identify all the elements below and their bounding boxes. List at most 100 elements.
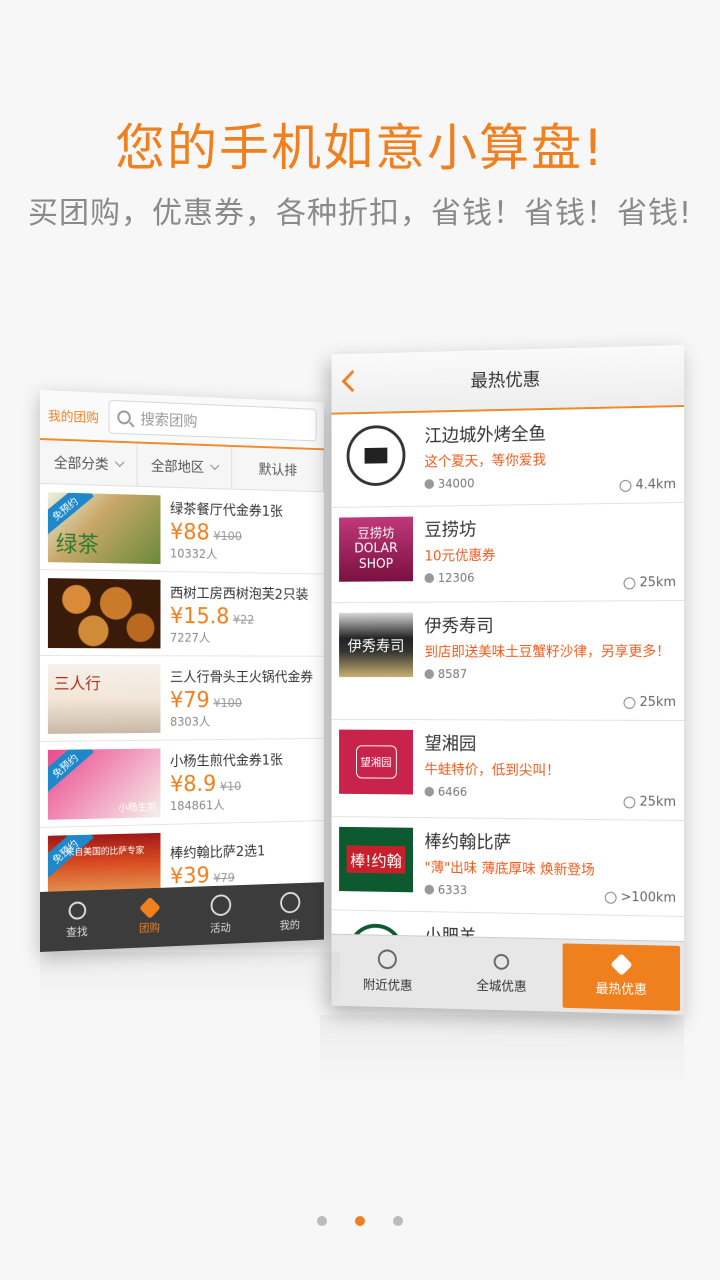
deal-price: ¥88 [170, 519, 210, 545]
distance: 25km [639, 575, 677, 591]
page-dot-active[interactable] [355, 1216, 365, 1226]
distance: 25km [639, 794, 677, 810]
phone-reflection [40, 952, 340, 1012]
right-header: 最热优惠 [331, 345, 684, 415]
deal-description: 到店即送美味土豆蟹籽沙律，另享更多！ [424, 644, 671, 661]
thumb-text: 三人行 [53, 673, 101, 693]
tab-hottest-label: 最热优惠 [595, 981, 647, 999]
deal-title: 小杨生煎代金券1张 [170, 752, 283, 770]
deal-count: 8587 [437, 666, 468, 681]
merchant-name: 伊秀寿司 [424, 615, 494, 637]
location-icon [619, 479, 632, 492]
page-dot[interactable] [317, 1216, 327, 1226]
tab-activity-label: 活动 [210, 921, 231, 935]
deal-description: 10元优惠券 [424, 548, 496, 565]
merchant-name: 豆捞坊 [424, 519, 477, 541]
thumb-text: 来自美国的比萨专家 [65, 845, 145, 858]
deal-count: 12306 [437, 570, 475, 585]
left-phone-screen: 我的团购 搜索团购 全部分类 全部地区 默认排 免预约 绿茶 绿茶餐厅代金券1张… [40, 390, 324, 952]
deal-price: ¥8.9 [170, 771, 217, 797]
back-arrow-icon[interactable] [341, 370, 363, 393]
merchant-name: 望湘园 [424, 733, 477, 755]
user-icon [279, 891, 300, 914]
search-input[interactable]: 搜索团购 [108, 399, 317, 442]
page-dot[interactable] [393, 1216, 403, 1226]
deal-original-price: ¥100 [213, 528, 242, 543]
deal-thumbnail [47, 577, 161, 648]
deal-original-price: ¥22 [233, 612, 255, 627]
search-icon [493, 953, 510, 970]
face-icon [210, 894, 231, 917]
deal-original-price: ¥79 [213, 870, 235, 886]
tab-mine[interactable]: 我的 [255, 882, 324, 942]
deal-description: "薄"出味 薄底厚味 焕新登场 [424, 860, 595, 879]
search-placeholder: 搜索团购 [140, 409, 198, 430]
filter-sort-label: 默认排 [258, 461, 298, 479]
tab-mine-label: 我的 [279, 918, 300, 932]
logo-text: 棒!约翰 [346, 845, 406, 874]
filter-sort[interactable]: 默认排 [232, 446, 324, 492]
subline: 买团购，优惠券，各种折扣，省钱！省钱！省钱! [27, 196, 693, 231]
hot-deal-row[interactable]: 豆捞坊 DOLAR SHOP 豆捞坊 10元优惠券 12306 25km [331, 503, 684, 604]
deal-original-price: ¥10 [219, 778, 242, 793]
merchant-logo: 棒!约翰 [339, 826, 414, 893]
merchant-name: 棒约翰比萨 [424, 831, 512, 854]
tab-activity[interactable]: 活动 [185, 885, 255, 946]
merchant-logo: 伊秀寿司 [339, 612, 414, 678]
tab-citywide-label: 全城优惠 [476, 978, 527, 996]
tab-nearby-deals[interactable]: 附近优惠 [332, 935, 445, 1009]
headline: 您的手机如意小算盘! [114, 119, 606, 177]
right-tab-bar: 附近优惠 全城优惠 最热优惠 [331, 933, 684, 1015]
distance: 25km [639, 694, 677, 710]
filter-area[interactable]: 全部地区 [137, 443, 233, 489]
hot-deal-row[interactable]: 江边城外烤全鱼 这个夏天，等你爱我 34000 4.4km [331, 407, 684, 508]
location-icon [623, 795, 636, 809]
deal-row[interactable]: 免预约 绿茶 绿茶餐厅代金券1张 ¥88 ¥100 10332人 [40, 484, 324, 575]
my-group-link[interactable]: 我的团购 [48, 405, 109, 426]
download-icon [424, 884, 435, 895]
download-icon [424, 572, 435, 583]
location-icon [604, 891, 617, 904]
location-icon [623, 576, 636, 589]
search-icon [68, 901, 86, 920]
chevron-down-icon [114, 457, 125, 468]
logo-text: 望湘园 [355, 745, 397, 779]
thumb-text: 绿茶 [55, 531, 99, 558]
pagination-dots [0, 1216, 720, 1226]
deal-sold-count: 8303人 [170, 714, 211, 729]
deal-row[interactable]: 三人行 三人行骨头王火锅代金券 ¥79 ¥100 8303人 [40, 656, 324, 742]
tab-group-buy[interactable]: 团购 [113, 887, 185, 949]
deal-thumbnail: 免预约 小杨生煎 [47, 748, 161, 820]
deal-count: 6333 [437, 882, 468, 897]
tab-hottest-deals[interactable]: 最热优惠 [562, 943, 681, 1011]
right-phone-screen: 最热优惠 江边城外烤全鱼 这个夏天，等你爱我 34000 4.4km 豆捞坊 D… [331, 345, 684, 1015]
tab-search-label: 查找 [66, 925, 88, 939]
merchant-name: 江边城外烤全鱼 [424, 423, 547, 447]
phone-reflection [320, 1015, 684, 1095]
deal-thumbnail: 三人行 [47, 663, 161, 734]
hot-deal-row[interactable]: 棒!约翰 棒约翰比萨 "薄"出味 薄底厚味 焕新登场 6333 >100km [331, 817, 684, 917]
download-icon [424, 668, 435, 679]
deal-row[interactable]: 免预约 小杨生煎 小杨生煎代金券1张 ¥8.9 ¥10 184861人 [40, 738, 324, 828]
hot-deal-row[interactable]: 望湘园 望湘园 牛蛙特价，低到尖叫！ 6466 25km [331, 719, 684, 821]
tab-citywide-deals[interactable]: 全城优惠 [444, 937, 559, 1012]
deal-original-price: ¥100 [213, 695, 242, 710]
hot-deal-row[interactable]: 伊秀寿司 伊秀寿司 到店即送美味土豆蟹籽沙律，另享更多！ 8587 25km [331, 601, 684, 721]
deal-row[interactable]: 西树工房西树泡芙2只装 ¥15.8 ¥22 7227人 [40, 570, 324, 657]
search-icon [117, 410, 131, 425]
deal-price: ¥15.8 [170, 603, 230, 629]
deal-description: 这个夏天，等你爱我 [424, 452, 547, 471]
deal-sold-count: 184861人 [170, 797, 225, 813]
download-icon [424, 478, 435, 489]
distance: 4.4km [635, 477, 677, 493]
tab-group-buy-label: 团购 [138, 921, 161, 935]
left-tab-bar: 查找 团购 活动 我的 [40, 882, 324, 952]
deal-title: 西树工房西树泡芙2只装 [170, 585, 309, 603]
tab-search[interactable]: 查找 [40, 889, 113, 952]
deal-sold-count: 10332人 [170, 546, 218, 561]
deal-count: 6466 [437, 784, 468, 799]
distance: >100km [620, 889, 677, 906]
filter-category[interactable]: 全部分类 [40, 440, 138, 486]
location-icon [623, 696, 636, 709]
tag-icon [138, 896, 161, 919]
